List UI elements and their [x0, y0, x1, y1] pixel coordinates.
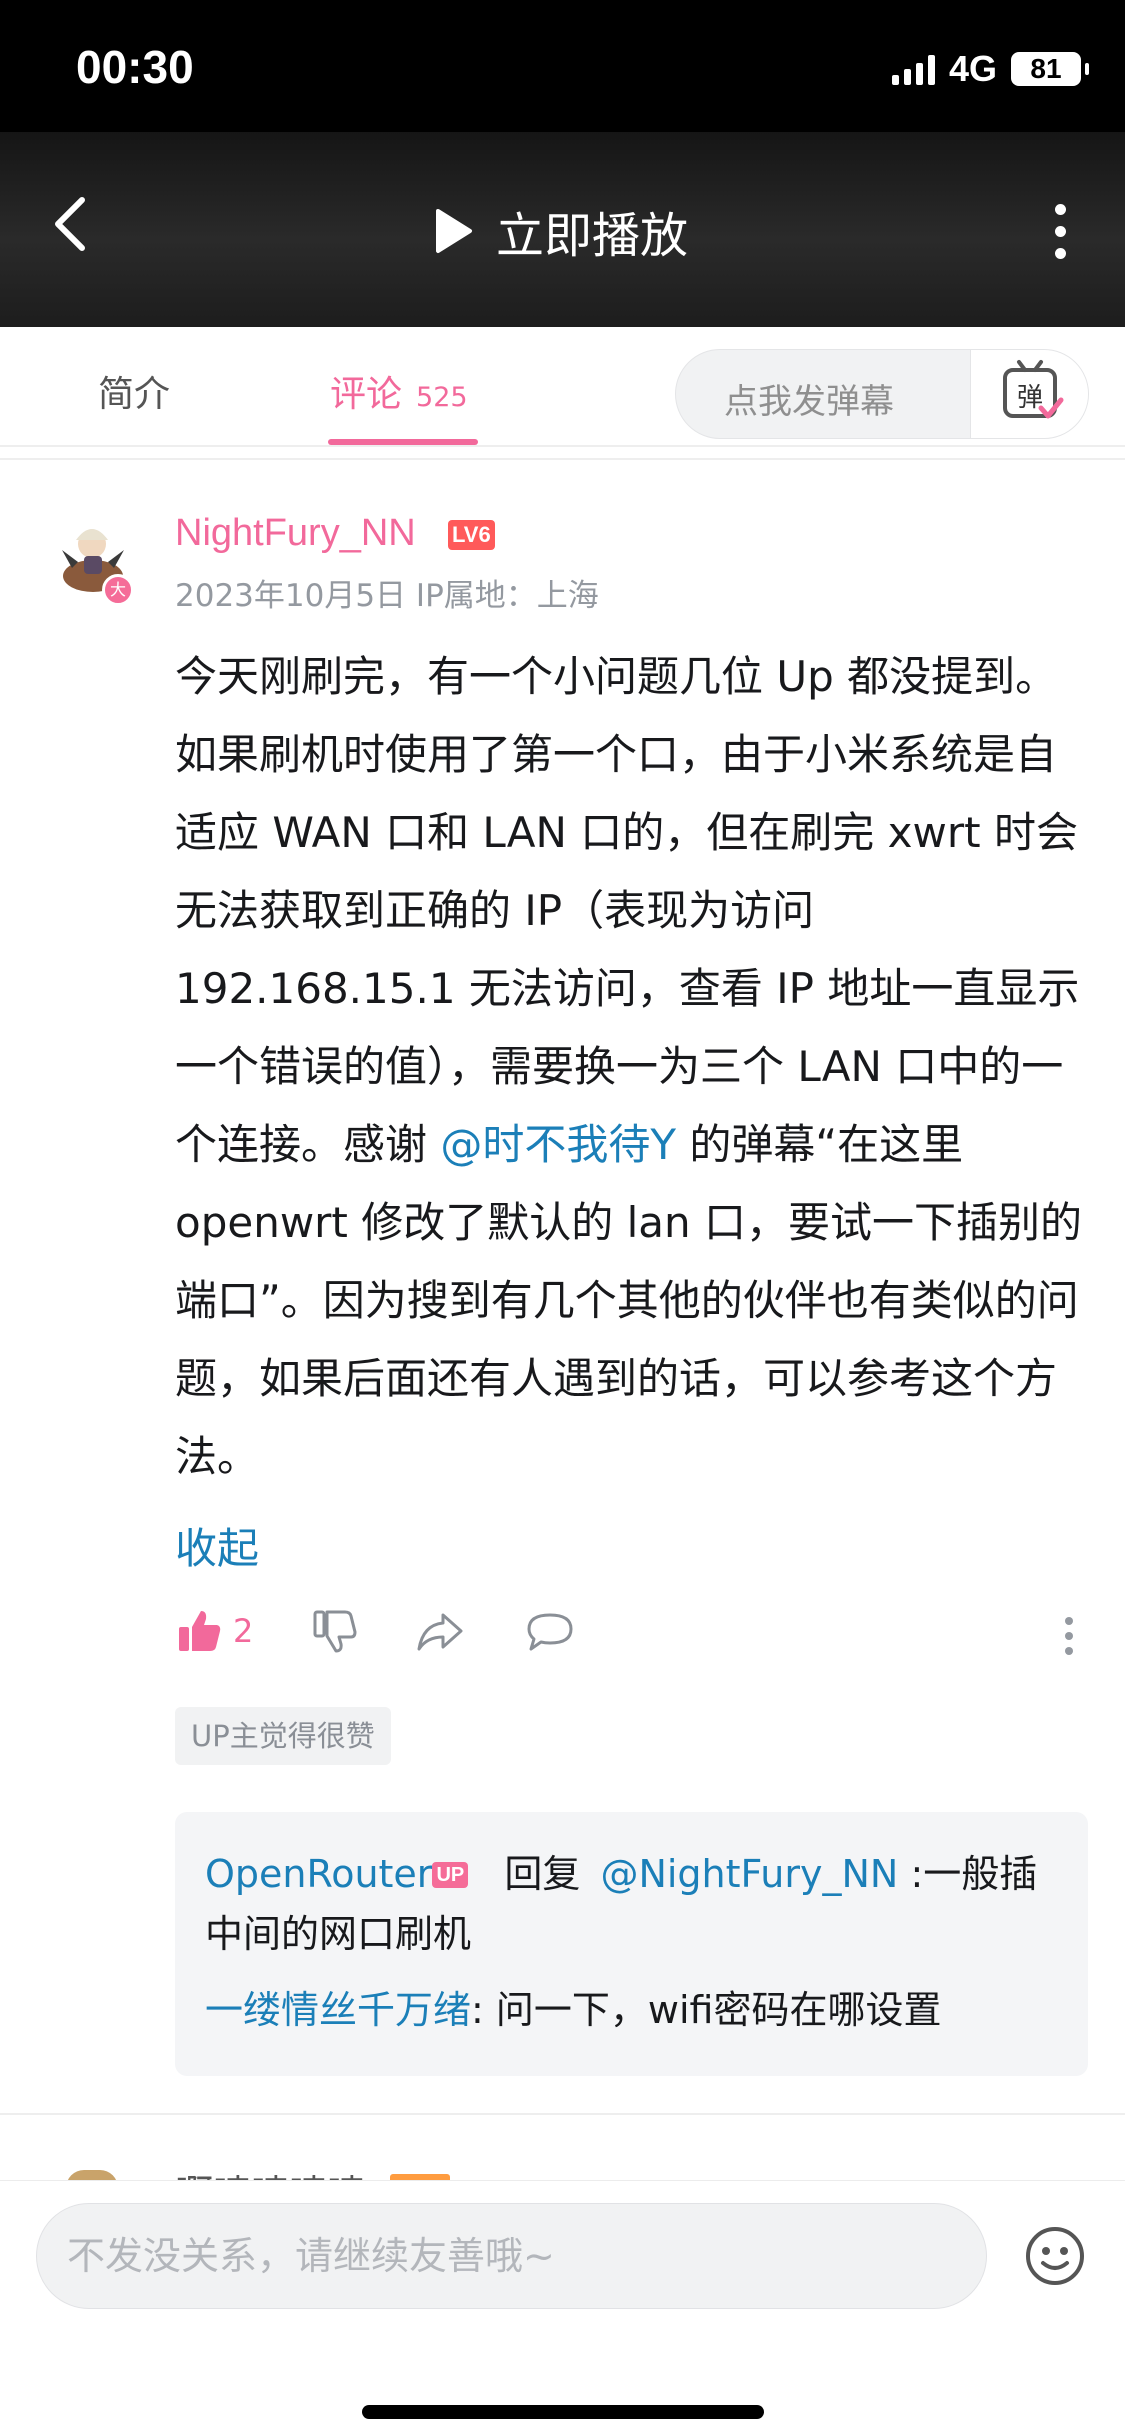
tab-intro[interactable]: 简介 [98, 365, 170, 417]
thumbs-down-icon [313, 1610, 357, 1653]
emoji-icon[interactable] [1024, 2225, 1086, 2287]
dislike-button[interactable] [310, 1607, 358, 1655]
signal-icon [891, 53, 935, 85]
tabs-bar: 简介 评论 525 点我发弹幕 弹 [0, 327, 1125, 447]
reply-icon [527, 1613, 573, 1651]
bottom-comment-bar: 不发没关系，请继续友善哦~ [0, 2180, 1125, 2436]
comment-actions: 2 [175, 1607, 1075, 1667]
comment-username[interactable]: NightFury_NN [175, 512, 416, 555]
divider [0, 2113, 1125, 2115]
video-player-header: 立即播放 [0, 132, 1125, 327]
tab-comments-label: 评论 [330, 374, 403, 415]
home-indicator [362, 2405, 764, 2419]
like-count: 2 [233, 1612, 254, 1650]
reply-item[interactable]: OpenRouter UP 回复 @NightFury_NN :一般插中间的网口刷… [205, 1844, 1065, 1964]
reply-preview-box[interactable]: OpenRouter UP 回复 @NightFury_NN :一般插中间的网口刷… [175, 1812, 1088, 2076]
reply-author[interactable]: OpenRouter [205, 1852, 432, 1896]
danmaku-input[interactable]: 点我发弹幕 弹 [675, 349, 1089, 439]
comment-ip-location: IP属地：上海 [415, 578, 599, 614]
reply-text: : 问一下，wifi密码在哪设置 [471, 1988, 942, 2032]
status-indicators: 4G 81 [891, 48, 1089, 90]
comment-input[interactable]: 不发没关系，请继续友善哦~ [36, 2203, 987, 2309]
up-like-tag: UP主觉得很赞 [175, 1707, 391, 1765]
danmaku-icon: 弹 [1003, 360, 1064, 419]
status-bar: 00:30 4G 81 [0, 0, 1125, 132]
comment-content: 今天刚刷完，有一个小问题几位 Up 都没提到。如果刷机时使用了第一个口，由于小米… [175, 638, 1085, 1496]
reply-button[interactable] [525, 1607, 575, 1655]
share-icon [417, 1613, 463, 1651]
comment-date: 2023年10月5日 [175, 578, 407, 614]
reply-author[interactable]: 一缕情丝千万绪 [205, 1988, 471, 2032]
reply-target[interactable]: @NightFury_NN [600, 1852, 898, 1896]
play-now-button[interactable]: 立即播放 [434, 196, 688, 266]
avatar-badge: 大 [102, 574, 134, 606]
danmaku-toggle-button[interactable]: 弹 [970, 350, 1088, 438]
tab-comments-count: 525 [416, 382, 468, 413]
more-vertical-icon[interactable] [1055, 204, 1069, 260]
play-icon [436, 209, 472, 253]
network-type: 4G [948, 48, 997, 89]
level-badge: LV6 [448, 520, 495, 550]
like-button[interactable]: 2 [175, 1607, 253, 1655]
comment-meta: 2023年10月5日 IP属地：上海 [175, 570, 599, 615]
battery-icon: 81 [1011, 52, 1089, 86]
tab-comments[interactable]: 评论 525 [330, 365, 468, 417]
more-icon[interactable] [1065, 1617, 1075, 1662]
share-button[interactable] [415, 1607, 465, 1655]
comment-text-part1: 今天刚刷完，有一个小问题几位 Up 都没提到。如果刷机时使用了第一个口，由于小米… [175, 652, 1080, 1169]
play-now-label: 立即播放 [496, 208, 689, 264]
reply-item[interactable]: 一缕情丝千万绪: 问一下，wifi密码在哪设置 [205, 1982, 1065, 2038]
comment-text-part2: 的弹幕“在这里 openwrt 修改了默认的 lan 口，要试一下插别的端口”。… [175, 1120, 1082, 1481]
comment-mention[interactable]: @时不我待Y [440, 1120, 676, 1169]
status-time: 00:30 [76, 41, 194, 93]
divider [0, 458, 1125, 460]
danmaku-placeholder: 点我发弹幕 [724, 382, 894, 422]
back-arrow-icon[interactable] [48, 194, 92, 254]
collapse-link[interactable]: 收起 [175, 1515, 259, 1576]
up-tag: UP [432, 1862, 469, 1888]
active-tab-indicator [328, 439, 478, 445]
reply-word: 回复 [504, 1852, 581, 1896]
thumbs-up-icon [179, 1611, 221, 1651]
